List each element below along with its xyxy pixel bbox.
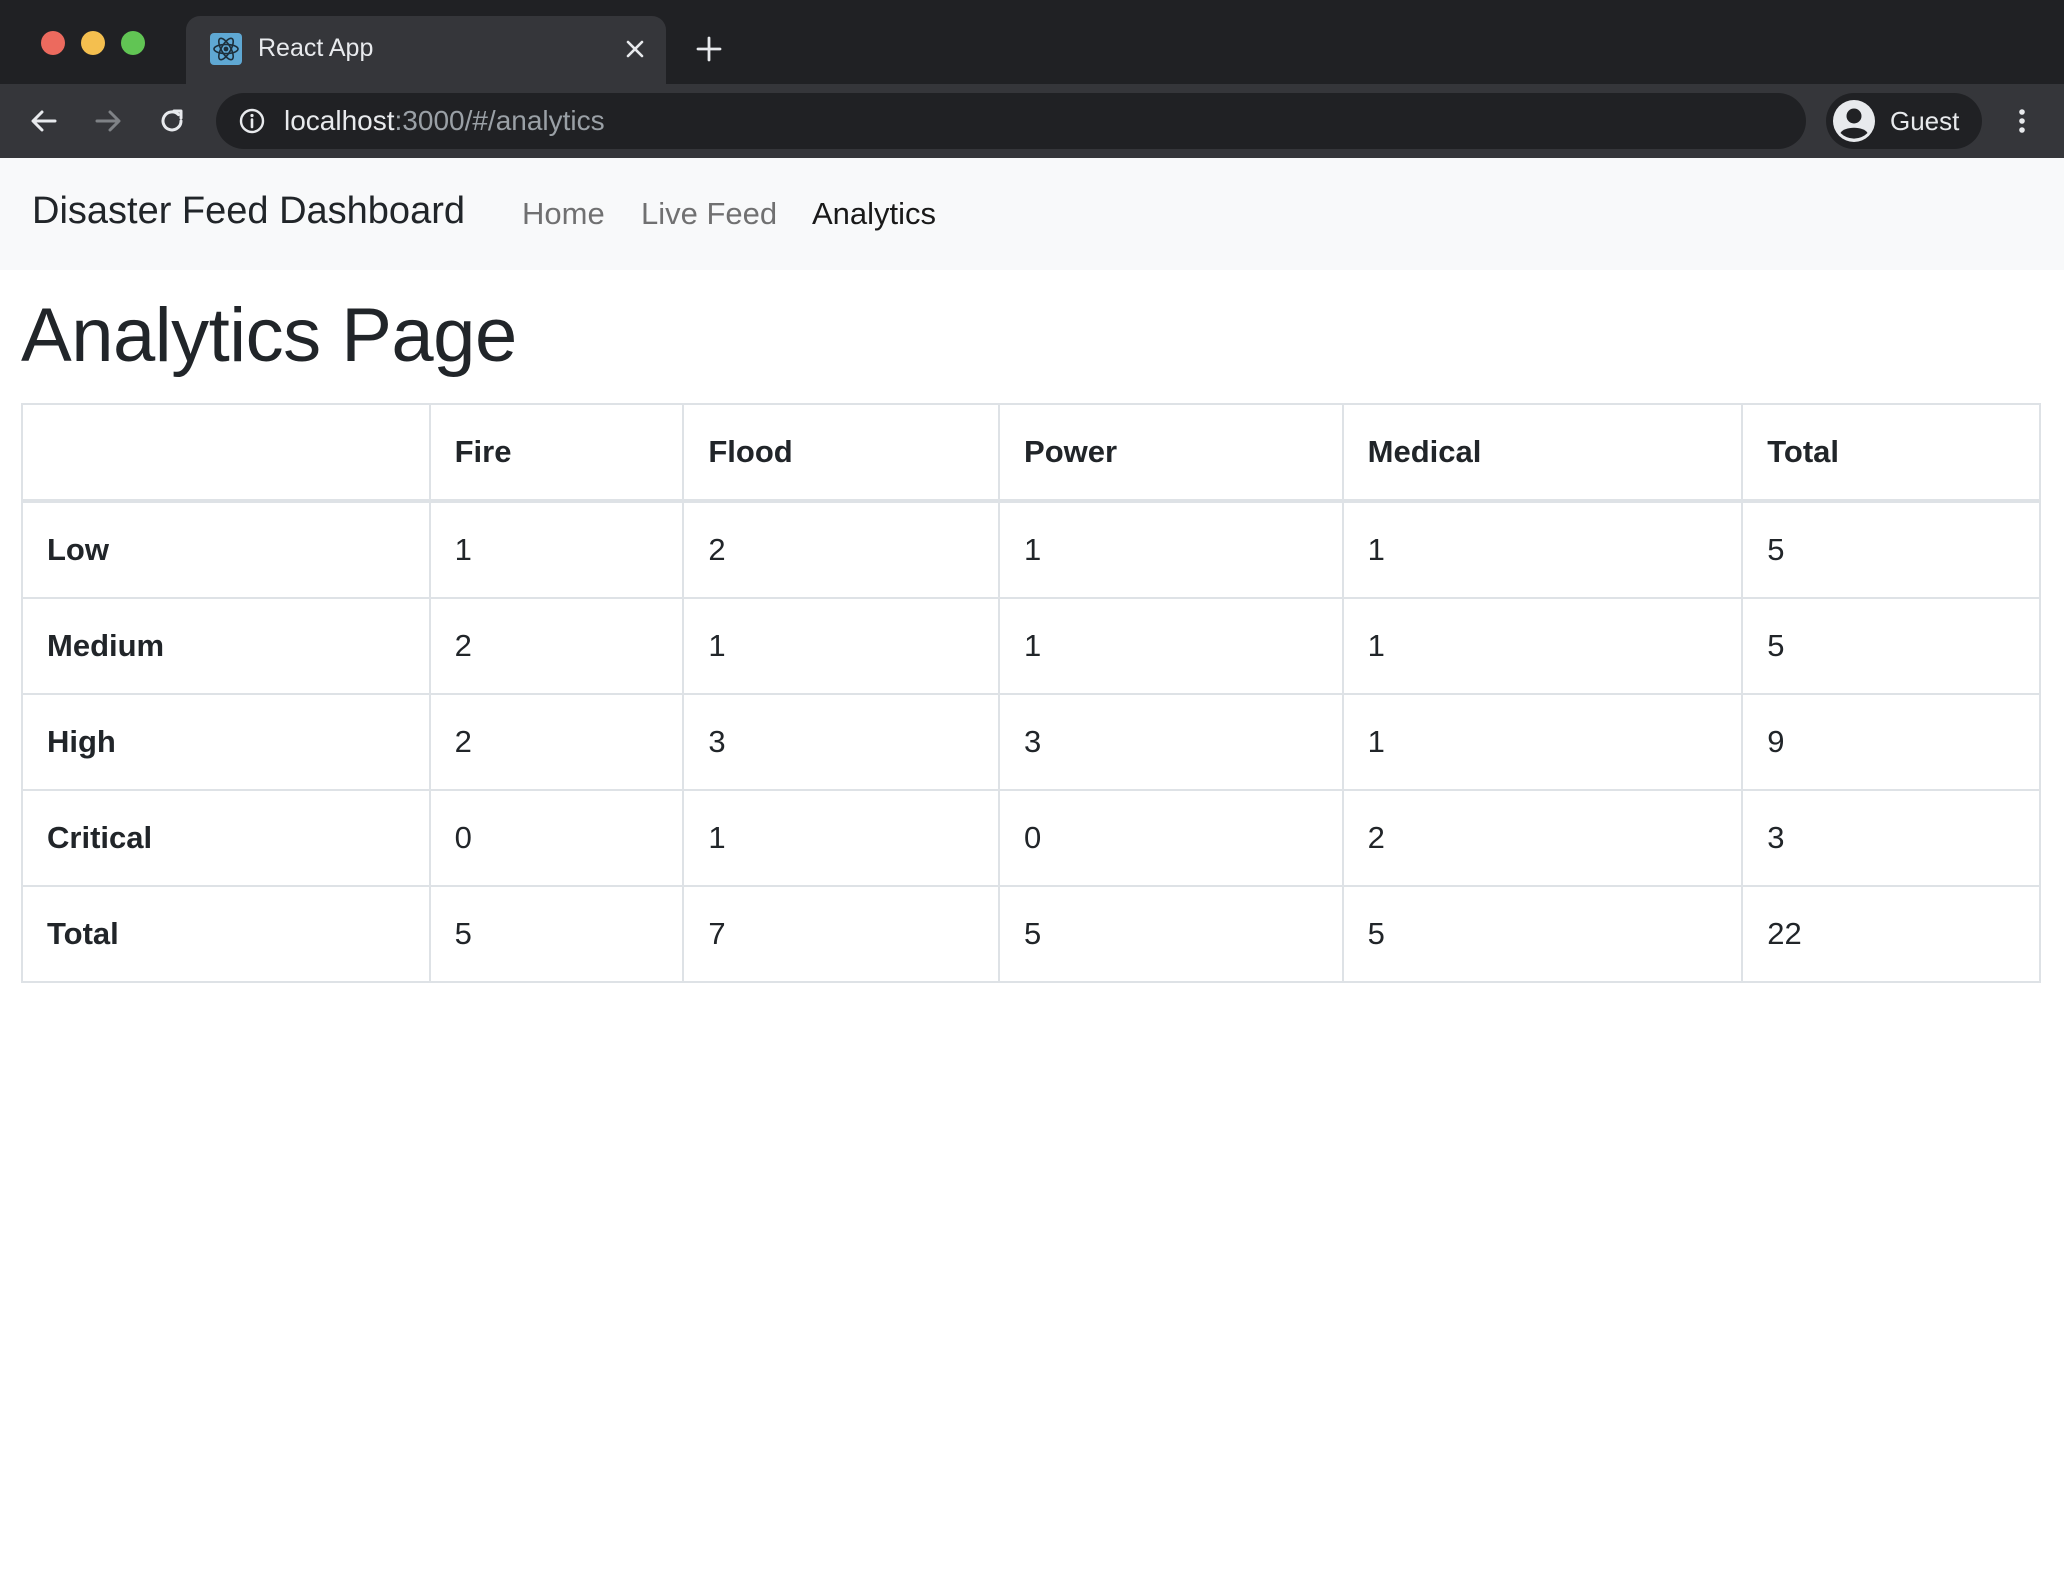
react-logo-icon [210, 33, 242, 65]
table-cell: 22 [1741, 885, 2041, 983]
page-title: Analytics Page [21, 293, 517, 378]
table-cell: 0 [428, 789, 685, 887]
table-cell: 9 [1741, 693, 2041, 791]
table-cell: 1 [998, 500, 1344, 599]
table-cell: 1 [682, 597, 1001, 695]
nav-link-home[interactable]: Home [522, 196, 605, 232]
table-cell: 3 [998, 693, 1344, 791]
table-cell: 5 [1741, 597, 2041, 695]
browser-chrome: React App localhost:3000/#/analytics Gue… [0, 0, 2064, 158]
url-host: localhost [284, 105, 395, 136]
column-header-fire: Fire [428, 403, 685, 503]
forward-arrow-icon[interactable] [90, 103, 126, 139]
reload-icon[interactable] [154, 103, 190, 139]
nav-link-live-feed[interactable]: Live Feed [641, 196, 777, 232]
profile-button[interactable]: Guest [1826, 93, 1982, 149]
new-tab-plus-icon[interactable] [692, 32, 726, 66]
navbar-brand[interactable]: Disaster Feed Dashboard [32, 190, 465, 233]
table-cell: 5 [1341, 885, 1744, 983]
table-row: Critical 0 1 0 2 3 [21, 789, 2041, 887]
row-header: Low [21, 500, 431, 599]
table-cell: 1 [998, 597, 1344, 695]
table-row: High 2 3 3 1 9 [21, 693, 2041, 791]
table-header-row: Fire Flood Power Medical Total [21, 403, 2041, 503]
browser-tab[interactable]: React App [186, 16, 666, 84]
table-cell: 2 [428, 693, 685, 791]
app-navbar: Disaster Feed Dashboard Home Live Feed A… [0, 158, 2064, 270]
table-cell: 3 [682, 693, 1001, 791]
table-row-total: Total 5 7 5 5 22 [21, 885, 2041, 983]
table-cell: 7 [682, 885, 1001, 983]
address-bar[interactable]: localhost:3000/#/analytics [216, 93, 1806, 149]
row-header: Critical [21, 789, 431, 887]
column-header-power: Power [998, 403, 1344, 503]
tab-title: React App [258, 34, 374, 62]
info-icon[interactable] [238, 107, 266, 135]
table-cell: 1 [1341, 597, 1744, 695]
table-cell: 1 [1341, 693, 1744, 791]
column-header-flood: Flood [682, 403, 1001, 503]
avatar-icon [1832, 99, 1876, 143]
table-cell: 3 [1741, 789, 2041, 887]
browser-toolbar: localhost:3000/#/analytics Guest [0, 84, 2064, 158]
url-path: :3000/#/analytics [394, 105, 605, 136]
table-cell: 5 [998, 885, 1344, 983]
maximize-window-button[interactable] [121, 31, 145, 55]
table-row: Medium 2 1 1 1 5 [21, 597, 2041, 695]
table-cell: 5 [428, 885, 685, 983]
analytics-table: Fire Flood Power Medical Total Low 1 2 1… [21, 403, 2041, 983]
column-header-corner [21, 403, 431, 503]
profile-label: Guest [1890, 106, 1960, 136]
minimize-window-button[interactable] [81, 31, 105, 55]
tab-strip: React App [0, 0, 2064, 84]
table-cell: 5 [1741, 500, 2041, 599]
close-tab-icon[interactable] [620, 34, 650, 64]
url-text: localhost:3000/#/analytics [284, 105, 605, 137]
table-cell: 1 [1341, 500, 1744, 599]
table-cell: 0 [998, 789, 1344, 887]
column-header-total: Total [1741, 403, 2041, 503]
nav-link-analytics[interactable]: Analytics [812, 196, 936, 232]
table-cell: 2 [682, 500, 1001, 599]
row-header: Medium [21, 597, 431, 695]
back-arrow-icon[interactable] [26, 103, 62, 139]
row-header: Total [21, 885, 431, 983]
table-cell: 1 [428, 500, 685, 599]
table-cell: 1 [682, 789, 1001, 887]
column-header-medical: Medical [1341, 403, 1744, 503]
table-cell: 2 [1341, 789, 1744, 887]
more-vert-menu-icon[interactable] [2004, 103, 2040, 139]
close-window-button[interactable] [41, 31, 65, 55]
table-row: Low 1 2 1 1 5 [21, 500, 2041, 599]
table-cell: 2 [428, 597, 685, 695]
row-header: High [21, 693, 431, 791]
